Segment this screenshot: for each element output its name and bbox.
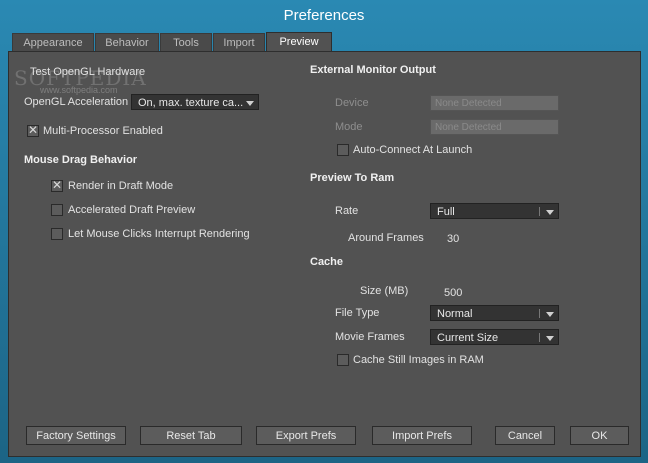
import-prefs-button[interactable]: Import Prefs — [372, 426, 472, 445]
autoconnect-label: Auto-Connect At Launch — [353, 144, 473, 156]
draft-mode-checkbox[interactable]: ✕ — [51, 178, 63, 192]
rate-label: Rate — [335, 205, 359, 217]
device-field: None Detected — [430, 95, 559, 111]
mode-label: Mode — [335, 121, 363, 133]
tab-behavior[interactable]: Behavior — [95, 33, 159, 52]
chevron-down-icon — [546, 336, 554, 341]
window-title: Preferences — [283, 7, 365, 24]
mouse-drag-header: Mouse Drag Behavior — [24, 154, 138, 166]
cancel-button[interactable]: Cancel — [495, 426, 555, 445]
movie-frames-label: Movie Frames — [335, 331, 405, 343]
tab-import[interactable]: Import — [213, 33, 265, 52]
device-label: Device — [335, 97, 369, 109]
accelerated-draft-label: Accelerated Draft Preview — [68, 204, 196, 216]
file-type-label: File Type — [335, 307, 380, 319]
multiprocessor-label: Multi-Processor Enabled — [43, 125, 163, 137]
preview-ram-header: Preview To Ram — [310, 172, 395, 184]
mode-field: None Detected — [430, 119, 559, 135]
test-opengl-button[interactable]: Test OpenGL Hardware — [30, 66, 145, 78]
draft-mode-label: Render in Draft Mode — [68, 180, 174, 192]
check-x-icon: ✕ — [28, 123, 39, 137]
opengl-acceleration-label: OpenGL Acceleration — [24, 96, 129, 108]
movie-frames-value: Current Size — [437, 332, 499, 344]
file-type-dropdown[interactable]: Normal — [430, 305, 559, 321]
external-monitor-header: External Monitor Output — [310, 64, 436, 76]
chevron-down-icon — [546, 312, 554, 317]
chevron-down-icon — [546, 210, 554, 215]
chevron-down-icon — [246, 101, 254, 106]
autoconnect-checkbox[interactable] — [337, 144, 349, 156]
interrupt-rendering-checkbox[interactable] — [51, 228, 63, 240]
opengl-acceleration-dropdown[interactable]: On, max. texture ca... — [131, 94, 259, 110]
tab-tools[interactable]: Tools — [160, 33, 212, 52]
reset-tab-button[interactable]: Reset Tab — [140, 426, 242, 445]
rate-value: Full — [437, 206, 455, 218]
tab-appearance[interactable]: Appearance — [12, 33, 94, 52]
export-prefs-button[interactable]: Export Prefs — [256, 426, 356, 445]
preview-panel — [8, 51, 641, 457]
file-type-value: Normal — [437, 308, 473, 320]
cache-size-value[interactable]: 500 — [444, 287, 462, 299]
factory-settings-button[interactable]: Factory Settings — [26, 426, 126, 445]
cache-size-label: Size (MB) — [360, 285, 409, 297]
ok-button[interactable]: OK — [570, 426, 629, 445]
around-frames-label: Around Frames — [348, 232, 424, 244]
cache-still-checkbox[interactable] — [337, 354, 349, 366]
preferences-window: Preferences Appearance Behavior Tools Im… — [0, 0, 648, 463]
rate-dropdown[interactable]: Full — [430, 203, 559, 219]
movie-frames-dropdown[interactable]: Current Size — [430, 329, 559, 345]
around-frames-value[interactable]: 30 — [447, 233, 459, 245]
accelerated-draft-checkbox[interactable] — [51, 204, 63, 216]
cache-still-label: Cache Still Images in RAM — [353, 354, 484, 366]
watermark-url: www.softpedia.com — [40, 85, 118, 95]
check-x-icon: ✕ — [52, 178, 63, 192]
tab-preview[interactable]: Preview — [266, 32, 332, 53]
multiprocessor-checkbox[interactable]: ✕ — [27, 123, 39, 137]
cache-header: Cache — [310, 256, 344, 268]
opengl-acceleration-value: On, max. texture ca... — [138, 97, 244, 109]
interrupt-rendering-label: Let Mouse Clicks Interrupt Rendering — [68, 228, 250, 240]
